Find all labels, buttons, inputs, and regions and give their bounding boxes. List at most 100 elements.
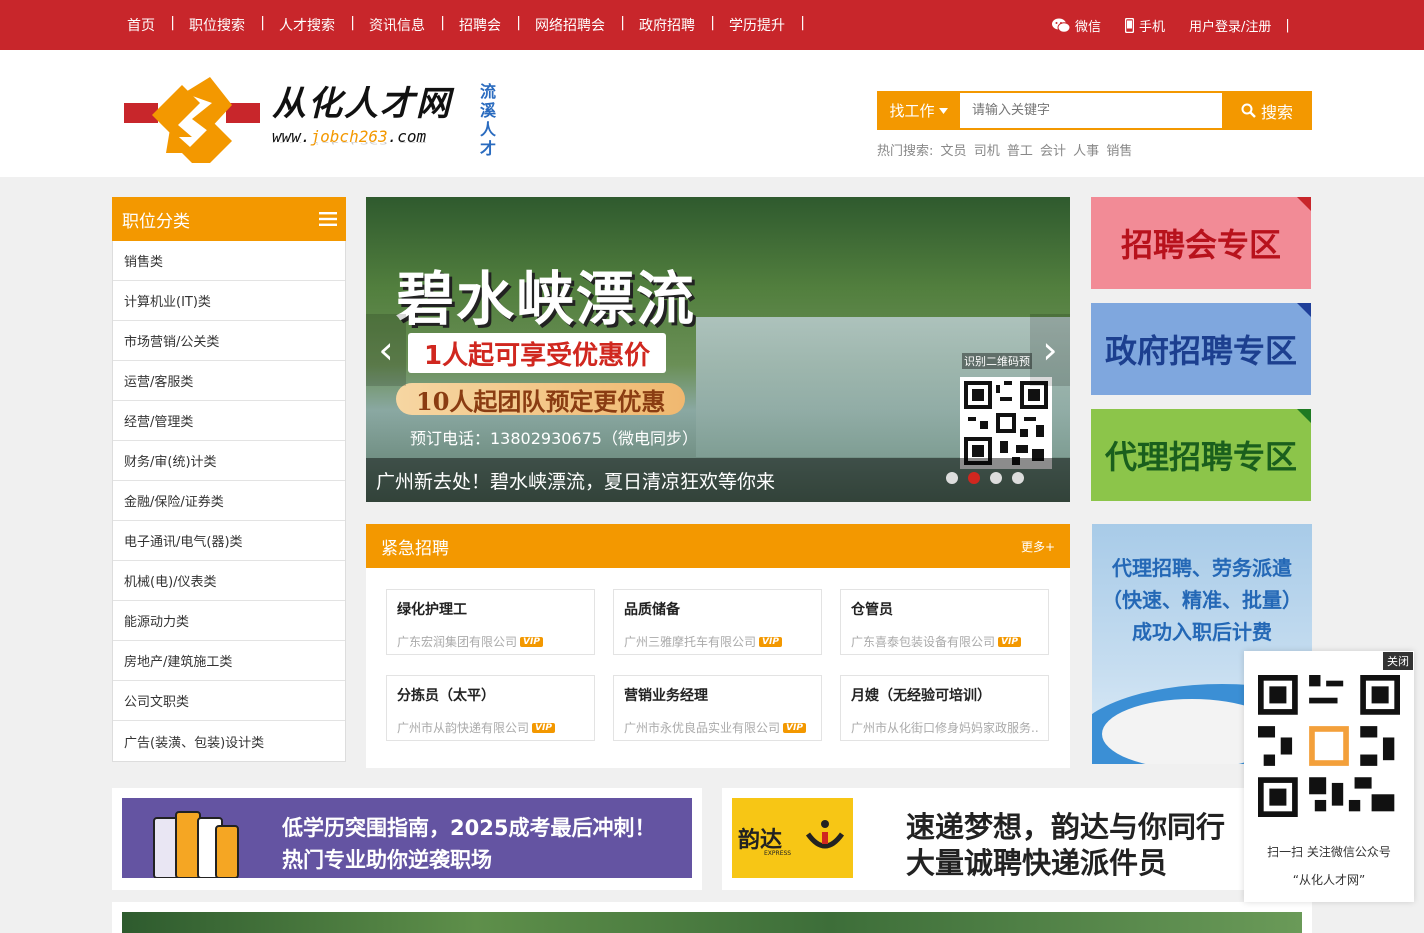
search-button[interactable]: 搜索 [1222, 91, 1312, 130]
slide-offer-1: 1人起可享受优惠价 [408, 333, 667, 373]
site-logo-text[interactable]: 从化人才网 www.jobch263.com www.jobch263.com [272, 76, 452, 154]
slide-qr-label: 识别二维码预 [962, 353, 1032, 369]
category-title: 职位分类 [122, 211, 190, 232]
slide-dot[interactable] [946, 472, 958, 484]
nav-job-fair[interactable]: 招聘会 [442, 15, 521, 35]
education-banner-line2: 热门专业助你逆袭职场 [282, 848, 492, 872]
wechat-qr-float: 关闭 扫一扫 关注微信公众号 “从化人才网” [1244, 651, 1414, 902]
hot-search-label: 热门搜索: [877, 144, 934, 159]
job-card[interactable]: 绿化护理工 广东宏润集团有限公司 VIP [386, 589, 595, 655]
slide-offer-2: 10人起团队预定更优惠 [396, 383, 686, 416]
yunda-logo-express: EXPRESS [764, 850, 792, 857]
wechat-label: 微信 [1075, 19, 1102, 35]
job-title[interactable]: 品质储备 [624, 599, 811, 619]
logo-domain-reflection: www.jobch263.com [272, 142, 452, 146]
category-item[interactable]: 计算机业(IT)类 [113, 281, 345, 321]
job-title[interactable]: 营销业务经理 [624, 685, 811, 705]
nav-online-fair[interactable]: 网络招聘会 [518, 15, 625, 35]
education-banner-line1: 低学历突围指南，2025成考最后冲刺！ [282, 816, 656, 840]
mobile-label: 手机 [1139, 19, 1166, 35]
nav-separator: | [1285, 17, 1290, 33]
job-title[interactable]: 绿化护理工 [397, 599, 584, 619]
nav-news[interactable]: 资讯信息 [352, 15, 445, 35]
nav-job-search[interactable]: 职位搜索 [172, 15, 265, 35]
slider-next-button[interactable]: › [1030, 314, 1070, 386]
slide-phone: 预订电话：13802930675（微电同步） [410, 429, 698, 448]
yunda-banner[interactable]: 韵达 EXPRESS 速递梦想，韵达与你同行 大量诚聘快递派件员 [722, 788, 1312, 890]
mobile-link[interactable]: 手机 [1125, 16, 1165, 35]
job-title[interactable]: 月嫂（无经验可培训） [851, 685, 1038, 705]
category-item[interactable]: 经营/管理类 [113, 401, 345, 441]
job-company[interactable]: 广州三雅摩托车有限公司 VIP [624, 633, 811, 650]
logo-chinese: 从化人才网 [272, 84, 452, 124]
wechat-link[interactable]: 微信 [1052, 16, 1101, 35]
job-title[interactable]: 分拣员（太平） [397, 685, 584, 705]
slide-dot[interactable] [1012, 472, 1024, 484]
hot-term[interactable]: 会计 [1040, 144, 1066, 159]
job-company[interactable]: 广州市从韵快递有限公司 VIP [397, 719, 584, 736]
job-company[interactable]: 广东喜泰包装设备有限公司 VIP [851, 633, 1038, 650]
slide-dot-active[interactable] [968, 472, 980, 484]
hot-term[interactable]: 人事 [1073, 144, 1099, 159]
category-item[interactable]: 金融/保险/证券类 [113, 481, 345, 521]
top-nav-links: 首页 职位搜索 人才搜索 资讯信息 招聘会 网络招聘会 政府招聘 学历提升 [110, 0, 805, 50]
agent-recruit-zone-button[interactable]: 代理招聘专区 [1091, 409, 1311, 501]
vip-badge: VIP [532, 722, 555, 733]
job-company[interactable]: 广州市从化街口修身妈妈家政服务... [851, 719, 1038, 736]
login-link[interactable]: 用户登录/注册 [1189, 16, 1271, 35]
nav-home[interactable]: 首页 [110, 15, 175, 35]
slide-dot[interactable] [990, 472, 1002, 484]
job-title[interactable]: 仓管员 [851, 599, 1038, 619]
job-company[interactable]: 广东宏润集团有限公司 VIP [397, 633, 584, 650]
hot-term[interactable]: 文员 [941, 144, 967, 159]
qr-code-icon [960, 377, 1052, 469]
books-icon [153, 811, 239, 878]
hot-term[interactable]: 普工 [1007, 144, 1033, 159]
smile-icon [805, 820, 845, 849]
nav-talent-search[interactable]: 人才搜索 [262, 15, 355, 35]
qr-caption: 扫一扫 关注微信公众号 [1267, 845, 1391, 859]
site-logo-icon[interactable] [122, 75, 262, 165]
hot-term[interactable]: 司机 [974, 144, 1000, 159]
category-item[interactable]: 运营/客服类 [113, 361, 345, 401]
search-button-label: 搜索 [1260, 102, 1293, 122]
job-card[interactable]: 品质储备 广州三雅摩托车有限公司 VIP [613, 589, 822, 655]
menu-icon[interactable] [319, 212, 337, 226]
category-item[interactable]: 公司文职类 [113, 681, 345, 721]
job-company[interactable]: 广州市永优良品实业有限公司 VIP [624, 719, 811, 736]
rafting-banner-image [122, 912, 1302, 933]
search-type-select[interactable]: 找工作 [877, 91, 960, 130]
job-category-panel: 职位分类 销售类 计算机业(IT)类 市场营销/公关类 运营/客服类 经营/管理… [112, 197, 346, 762]
search-input[interactable] [960, 93, 1222, 128]
banner-slider[interactable]: 碧水峡漂流 1人起可享受优惠价 10人起团队预定更优惠 预订电话：1380293… [366, 197, 1070, 502]
slider-prev-button[interactable]: ‹ [366, 314, 406, 386]
nav-education[interactable]: 学历提升 [712, 15, 805, 35]
gov-recruit-zone-button[interactable]: 政府招聘专区 [1091, 303, 1311, 395]
category-item[interactable]: 电子通讯/电气(器)类 [113, 521, 345, 561]
agent-ad-line: 成功入职后计费 [1132, 620, 1272, 644]
close-button[interactable]: 关闭 [1383, 652, 1413, 670]
job-card[interactable]: 月嫂（无经验可培训） 广州市从化街口修身妈妈家政服务... [840, 675, 1049, 741]
category-item[interactable]: 能源动力类 [113, 601, 345, 641]
nav-gov-recruit[interactable]: 政府招聘 [622, 15, 715, 35]
job-card[interactable]: 分拣员（太平） 广州市从韵快递有限公司 VIP [386, 675, 595, 741]
category-item[interactable]: 财务/审(统)计类 [113, 441, 345, 481]
category-item[interactable]: 市场营销/公关类 [113, 321, 345, 361]
job-card[interactable]: 仓管员 广东喜泰包装设备有限公司 VIP [840, 589, 1049, 655]
agent-ad-text: 代理招聘、劳务派遣 （快速、精准、批量） 成功入职后计费 [1092, 552, 1312, 648]
chevron-down-icon [938, 107, 948, 114]
category-item[interactable]: 机械(电)/仪表类 [113, 561, 345, 601]
top-nav-right: 微信 手机 用户登录/注册 | [1052, 0, 1290, 50]
category-item[interactable]: 广告(装潢、包装)设计类 [113, 721, 345, 761]
category-item[interactable]: 房地产/建筑施工类 [113, 641, 345, 681]
slide-dots [946, 472, 1024, 484]
education-banner[interactable]: 低学历突围指南，2025成考最后冲刺！ 热门专业助你逆袭职场 [112, 788, 702, 890]
urgent-jobs-header: 紧急招聘 更多+ [366, 524, 1070, 568]
job-card[interactable]: 营销业务经理 广州市永优良品实业有限公司 VIP [613, 675, 822, 741]
job-fair-zone-button[interactable]: 招聘会专区 [1091, 197, 1311, 289]
category-item[interactable]: 销售类 [113, 241, 345, 281]
more-link[interactable]: 更多+ [1021, 538, 1055, 555]
rafting-banner[interactable] [112, 902, 1312, 933]
hot-term[interactable]: 销售 [1106, 144, 1132, 159]
qr-code-icon [1258, 675, 1400, 817]
